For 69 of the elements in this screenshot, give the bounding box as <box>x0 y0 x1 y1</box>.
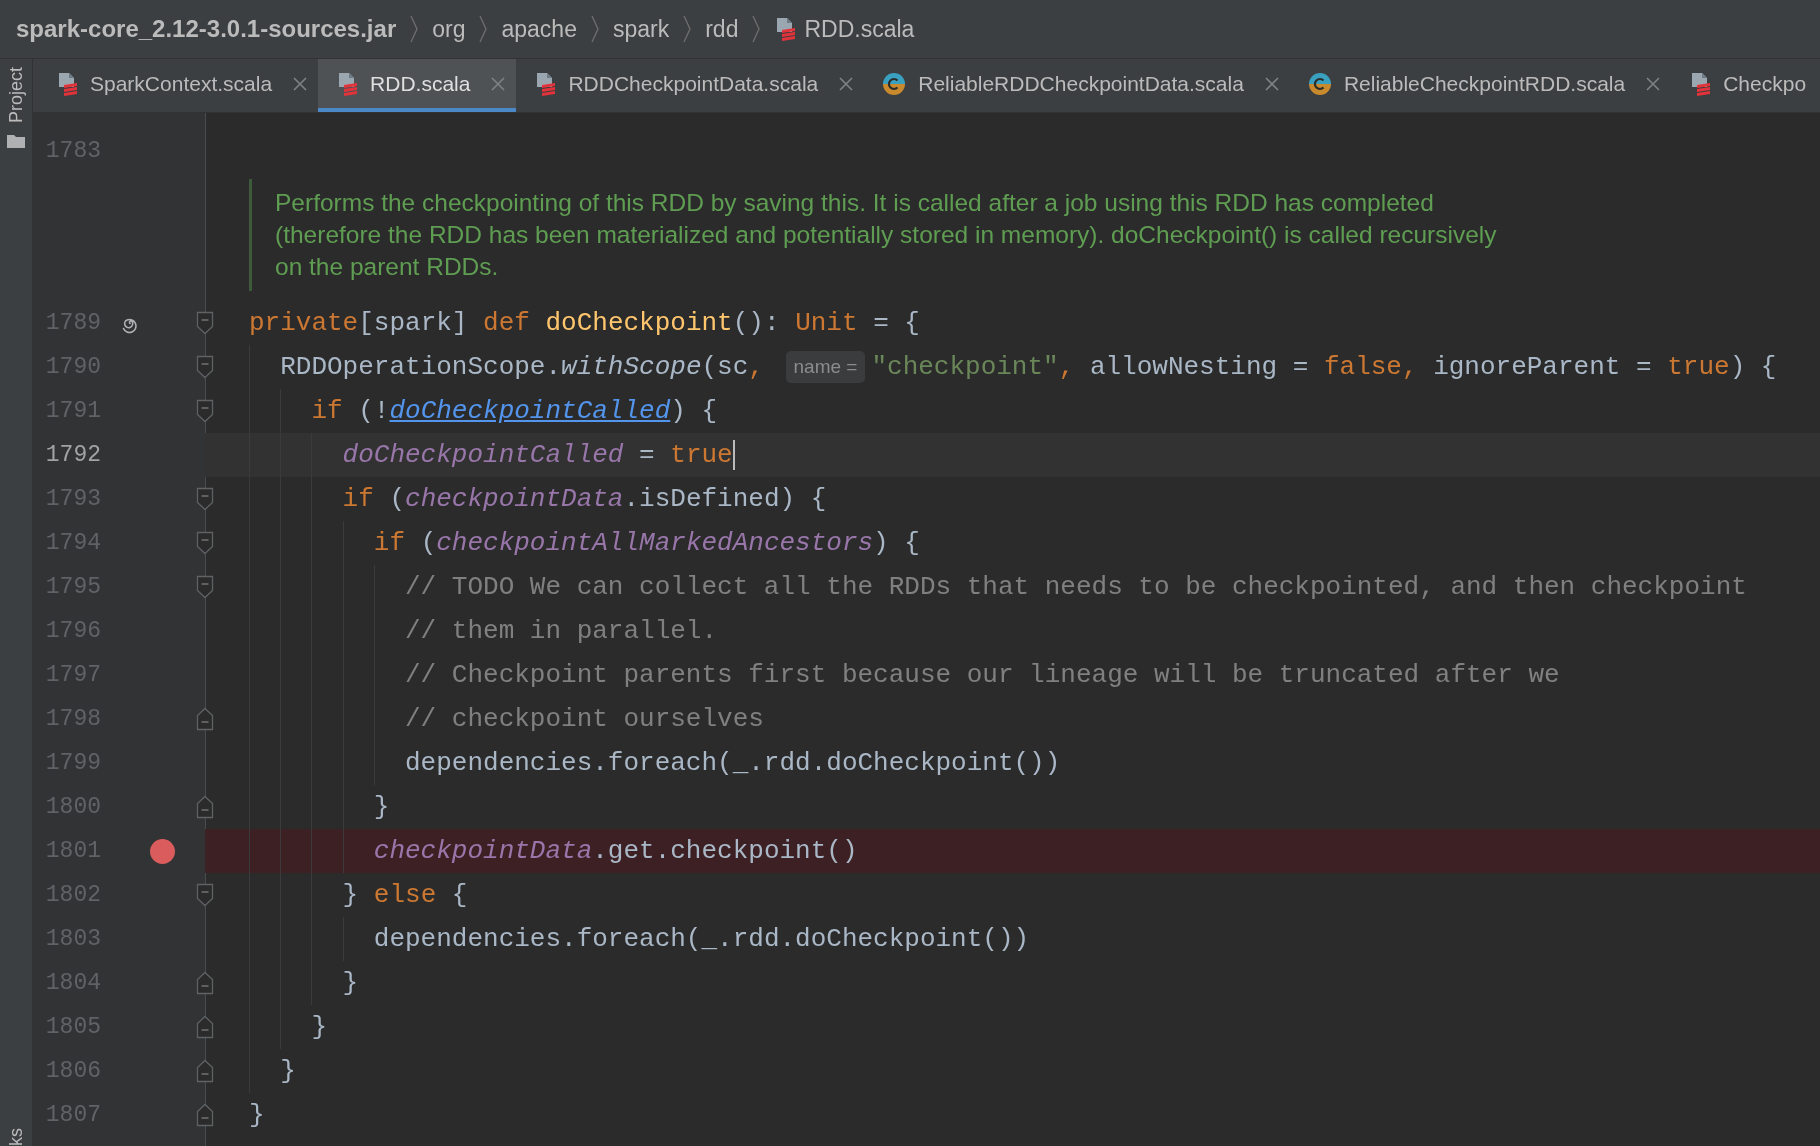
editor-tab[interactable]: RDDCheckpointData.scala <box>516 59 865 112</box>
code-line: } <box>280 1054 296 1088</box>
folder-icon <box>6 133 26 150</box>
doc-comment: Performs the checkpointing of this RDD by saving this. It is called after a job using this RDD has completed (therefore the RDD has been materialized and potentially stored in memory). doCheckpoint() is called recursively on the parent RDDs. <box>275 188 1497 282</box>
close-icon[interactable] <box>838 75 855 92</box>
code-line: if (checkpointData.isDefined) { <box>342 482 827 516</box>
code-line: } <box>342 966 359 1000</box>
breadcrumb-item[interactable]: RDD.scala <box>774 11 915 47</box>
scala-file-icon <box>774 17 797 41</box>
fold-icon[interactable] <box>196 355 214 379</box>
close-icon[interactable] <box>490 75 507 92</box>
code-line: "checkpoint", allowNesting = false, ignoreParent = true) { <box>871 350 1777 384</box>
code-line: dependencies.foreach(_.rdd.doCheckpoint()) <box>373 922 1030 956</box>
chevron-icon <box>589 14 600 44</box>
fold-icon[interactable] <box>196 399 214 423</box>
tool-window-button[interactable]: Project <box>7 67 25 124</box>
close-icon[interactable] <box>292 75 309 92</box>
editor-tab[interactable]: SparkContext.scala <box>38 59 319 112</box>
fold-icon[interactable] <box>196 795 214 819</box>
breadcrumb-item[interactable]: apache <box>501 11 577 47</box>
fold-icon[interactable] <box>196 531 214 555</box>
scala-file-icon <box>56 71 78 96</box>
chevron-icon <box>751 14 762 44</box>
code-line: if (checkpointAllMarkedAncestors) { <box>373 526 920 560</box>
fold-icon[interactable] <box>196 1015 214 1039</box>
fold-icon[interactable] <box>196 971 214 995</box>
code-line: // them in parallel. <box>405 614 718 648</box>
scala-file-icon <box>336 71 359 96</box>
code-line: dependencies.foreach(_.rdd.doCheckpoint()) <box>405 746 1061 780</box>
class-icon <box>1307 71 1332 96</box>
editor-tab[interactable]: RDD.scala <box>318 59 517 112</box>
fold-icon[interactable] <box>196 575 214 599</box>
parameter-hint: name = <box>785 351 866 383</box>
close-icon[interactable] <box>1645 75 1662 92</box>
code-line: // Checkpoint parents first because our lineage will be truncated after we <box>405 658 1560 692</box>
code-link[interactable]: doCheckpointCalled <box>389 395 671 426</box>
editor-tab[interactable]: ReliableCheckpointRDD.scala <box>1289 59 1672 112</box>
code-line: RDDOperationScope.withScope(sc, <box>280 350 765 384</box>
fold-icon[interactable] <box>196 311 214 335</box>
code-line: if (!doCheckpointCalled) { <box>311 394 718 428</box>
code-line: private[spark] def doCheckpoint(): Unit = { <box>249 306 920 340</box>
fold-icon[interactable] <box>196 1103 214 1127</box>
breadcrumb-item[interactable]: rdd <box>705 11 739 47</box>
chevron-icon <box>409 14 420 44</box>
scala-file-icon <box>1689 71 1712 96</box>
code-line: checkpointData.get.checkpoint() <box>373 834 858 868</box>
fold-icon[interactable] <box>196 883 214 907</box>
chevron-icon <box>478 14 489 44</box>
code-line: } <box>249 1098 265 1132</box>
chevron-icon <box>682 14 693 44</box>
editor-tab[interactable]: ReliableRDDCheckpointData.scala <box>864 59 1290 112</box>
breadcrumb-item[interactable]: spark-core_2.12-3.0.1-sources.jar <box>16 11 397 47</box>
code-line: } <box>311 1010 327 1044</box>
class-icon <box>882 71 907 96</box>
code-line: // checkpoint ourselves <box>405 702 764 736</box>
fold-icon[interactable] <box>196 707 214 731</box>
fold-icon[interactable] <box>196 487 214 511</box>
fold-icon[interactable] <box>196 1059 214 1083</box>
tool-window-button[interactable]: ks <box>7 1128 25 1146</box>
code-line: } <box>373 790 390 824</box>
code-line: } else { <box>342 878 468 912</box>
line-number: 1792 <box>44 440 101 470</box>
close-icon[interactable] <box>1263 75 1280 92</box>
breadcrumb-item[interactable]: org <box>432 11 466 47</box>
code-line: doCheckpointCalled = true <box>342 438 733 472</box>
scala-file-icon <box>534 71 557 96</box>
code-line: // TODO We can collect all the RDDs that needs to be checkpointed, and then checkpoint <box>405 570 1747 604</box>
breadcrumb-item[interactable]: spark <box>612 11 670 47</box>
editor-tab[interactable]: Checkpo <box>1671 59 1817 112</box>
